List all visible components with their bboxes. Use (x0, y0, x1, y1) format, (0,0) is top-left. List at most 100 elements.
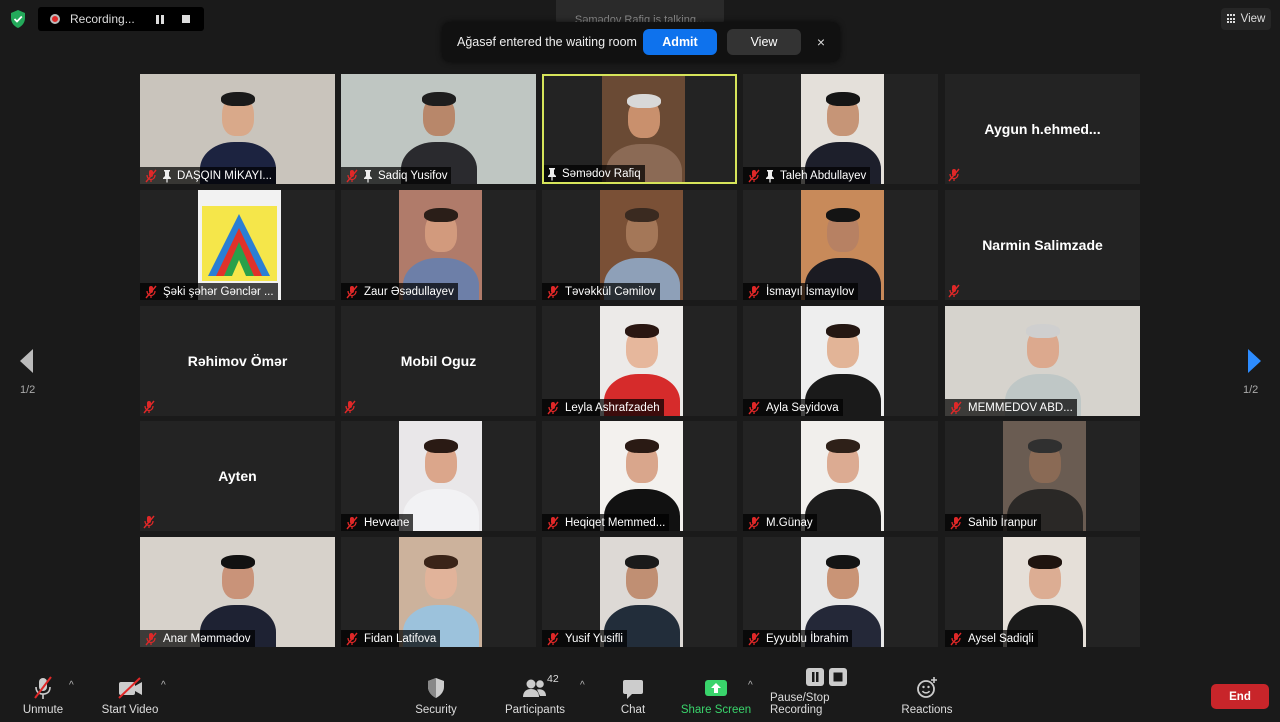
participant-tile[interactable]: İsmayıl İsmayılov (743, 190, 938, 300)
share-screen-button[interactable]: Share Screen (680, 662, 752, 722)
start-video-button[interactable]: Start Video (98, 662, 162, 722)
participant-tile[interactable]: Rəhimov Ömər (140, 306, 335, 416)
participant-name: Hevvane (364, 516, 410, 529)
recording-label: Recording... (70, 12, 135, 26)
participants-label: Participants (504, 704, 566, 716)
participant-display-name: Mobil Oguz (400, 353, 477, 369)
participant-name-label: Sadiq Yusifov (341, 167, 452, 184)
participant-name-label: MEMMEDOV ABD... (945, 399, 1077, 416)
participant-name: Taleh Abdullayev (780, 169, 867, 182)
participant-tile[interactable]: Mobil Oguz (341, 306, 536, 416)
page-indicator-left: 1/2 (20, 384, 36, 396)
muted-mic-icon (545, 401, 561, 415)
participant-tile[interactable]: Eyyublu İbrahim (743, 537, 938, 647)
participant-name: M.Günay (766, 516, 813, 529)
participant-name: MEMMEDOV ABD... (968, 401, 1073, 414)
participant-tile[interactable]: Anar Məmmədov (140, 537, 335, 647)
close-notification-icon[interactable]: × (813, 34, 829, 50)
muted-mic-icon (142, 515, 156, 529)
participant-tile[interactable]: Sahib İranpur (945, 421, 1140, 531)
view-waiting-room-button[interactable]: View (727, 29, 801, 55)
pin-icon (546, 167, 558, 181)
security-shield-icon[interactable] (8, 9, 28, 29)
participant-display-name: Rəhimov Ömər (187, 353, 288, 369)
participant-name: Heqiqet Memmed... (565, 516, 666, 529)
muted-mic-icon (344, 632, 360, 646)
chat-bubble-icon (619, 675, 647, 701)
security-button[interactable]: Security (410, 662, 462, 722)
muted-mic-icon (947, 168, 961, 182)
muted-mic-icon (545, 632, 561, 646)
participant-name: Zaur Əsədullayev (364, 285, 454, 298)
admit-button[interactable]: Admit (643, 29, 717, 55)
muted-mic-icon (948, 401, 964, 415)
organization-logo-icon (202, 206, 277, 281)
participant-name: Təvəkkül Cəmilov (565, 285, 656, 298)
meeting-toolbar: Unmute ^ Start Video ^ Security 42 Parti… (0, 662, 1280, 722)
participant-tile[interactable]: Fidan Latifova (341, 537, 536, 647)
muted-mic-icon (746, 632, 762, 646)
next-page-arrow-icon[interactable] (1244, 346, 1264, 376)
participant-name-label: Taleh Abdullayev (743, 167, 871, 184)
security-shield-toolbar-icon (422, 675, 450, 701)
muted-microphone-icon (29, 675, 57, 701)
participant-name-label: Fidan Latifova (341, 630, 441, 647)
participant-tile[interactable]: Ayten (140, 421, 335, 531)
participant-tile[interactable]: Sadiq Yusifov (341, 74, 536, 184)
share-options-caret-icon[interactable]: ^ (748, 680, 753, 691)
participant-tile[interactable]: Şəki şəhər Gənclər ... (140, 190, 335, 300)
participant-name-label: Təvəkkül Cəmilov (542, 283, 660, 300)
active-speaker-banner: Səmədov Rafiq is talking... (556, 0, 724, 24)
participant-name: İsmayıl İsmayılov (766, 285, 855, 298)
muted-mic-icon (948, 632, 964, 646)
chat-button[interactable]: Chat (612, 662, 654, 722)
stop-recording-icon[interactable] (182, 15, 190, 23)
participant-name: Aysel Sadiqli (968, 632, 1034, 645)
previous-page-arrow-icon[interactable] (17, 346, 37, 376)
participant-tile[interactable]: Heqiqet Memmed... (542, 421, 737, 531)
audio-options-caret-icon[interactable]: ^ (69, 680, 74, 691)
participant-tile[interactable]: M.Günay (743, 421, 938, 531)
muted-mic-icon (545, 285, 561, 299)
reactions-button[interactable]: Reactions (898, 662, 956, 722)
pin-icon (764, 169, 776, 183)
end-meeting-button[interactable]: End (1211, 684, 1269, 709)
participant-tile[interactable]: MEMMEDOV ABD... (945, 306, 1140, 416)
participant-name-label: Yusif Yusifli (542, 630, 627, 647)
pause-stop-recording-button[interactable]: Pause/Stop Recording (770, 662, 884, 722)
participant-name-label: İsmayıl İsmayılov (743, 283, 859, 300)
participant-tile[interactable]: DAŞQIN MİKAYI... (140, 74, 335, 184)
participant-tile[interactable]: Səmədov Rafiq (542, 74, 737, 184)
unmute-label: Unmute (22, 704, 64, 716)
participant-tile[interactable]: Aysel Sadiqli (945, 537, 1140, 647)
share-screen-label: Share Screen (680, 704, 752, 716)
participants-button[interactable]: 42 Participants (502, 662, 568, 722)
muted-mic-icon (948, 516, 964, 530)
unmute-button[interactable]: Unmute (16, 662, 70, 722)
video-options-caret-icon[interactable]: ^ (161, 680, 166, 691)
participant-name-label: Leyla Ashrafzadeh (542, 399, 664, 416)
participant-tile[interactable]: Ayla Seyidova (743, 306, 938, 416)
participant-tile[interactable]: Yusif Yusifli (542, 537, 737, 647)
participant-name-label: Sahib İranpur (945, 514, 1042, 531)
muted-mic-icon (344, 285, 360, 299)
participant-tile[interactable]: Leyla Ashrafzadeh (542, 306, 737, 416)
participant-display-name: Aygun h.ehmed... (984, 121, 1101, 137)
participant-name-label: Heqiqet Memmed... (542, 514, 670, 531)
participant-tile[interactable]: Təvəkkül Cəmilov (542, 190, 737, 300)
muted-mic-icon (746, 169, 762, 183)
pin-icon (161, 169, 173, 183)
pause-recording-icon[interactable] (156, 14, 164, 24)
view-layout-button[interactable]: View (1221, 8, 1271, 30)
participant-name: DAŞQIN MİKAYI... (177, 169, 272, 182)
participant-tile[interactable]: Zaur Əsədullayev (341, 190, 536, 300)
participant-tile[interactable]: Aygun h.ehmed... (945, 74, 1140, 184)
share-screen-icon (702, 675, 730, 701)
participant-tile[interactable]: Taleh Abdullayev (743, 74, 938, 184)
participant-tile[interactable]: Hevvane (341, 421, 536, 531)
participant-tile[interactable]: Narmin Salimzade (945, 190, 1140, 300)
participants-options-caret-icon[interactable]: ^ (580, 680, 585, 691)
view-button-label: View (1240, 13, 1266, 25)
participant-name-label: Şəki şəhər Gənclər ... (140, 283, 278, 300)
participant-name: Ayla Seyidova (766, 401, 839, 414)
